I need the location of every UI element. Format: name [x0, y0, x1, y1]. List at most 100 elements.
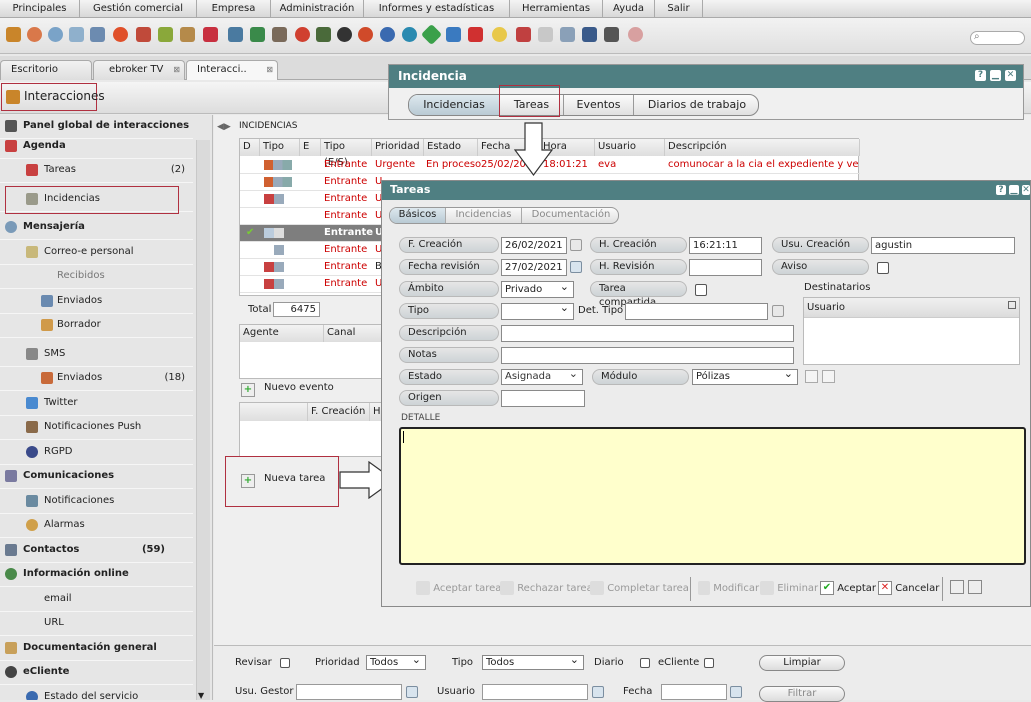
column-menu-icon[interactable] [1008, 301, 1016, 309]
toolbar-icon-8[interactable] [158, 27, 173, 42]
prioridad-select[interactable]: Todos [366, 653, 426, 670]
column-header[interactable]: D [240, 139, 260, 156]
f-creacion-field[interactable]: 26/02/2021 [501, 237, 567, 254]
tab-diarios[interactable]: Diarios de trabajo [634, 95, 758, 115]
aceptar-button[interactable]: ✔ Aceptar [820, 581, 876, 596]
toolbar-icon-26[interactable] [560, 27, 575, 42]
menu-administracion[interactable]: Administración [271, 0, 364, 18]
sidebar-item-informacion-online[interactable]: Información online [0, 563, 193, 587]
calendar-icon[interactable] [570, 239, 582, 251]
sidebar-scrollbar[interactable] [196, 140, 210, 700]
add-evento-icon[interactable]: + [241, 383, 255, 397]
aviso-checkbox[interactable] [877, 262, 889, 274]
sidebar-item-ecliente[interactable]: eCliente [0, 661, 193, 685]
tab-incidencias[interactable]: Incidencias [446, 208, 522, 223]
tab-basicos[interactable]: Básicos [390, 208, 446, 223]
limpiar-button[interactable]: Limpiar [759, 655, 845, 671]
sidebar-item-sms[interactable]: SMS [0, 343, 193, 367]
column-header[interactable]: F. Creación [308, 403, 370, 421]
toolbar-icon-11[interactable] [228, 27, 243, 42]
sidebar-item-agenda[interactable]: Agenda [0, 135, 193, 159]
aceptar-tarea-button[interactable]: Aceptar tarea [416, 581, 501, 596]
collapse-icon[interactable]: ◀▶ [217, 122, 231, 132]
modulo-select[interactable]: Pólizas [692, 367, 798, 385]
column-header[interactable]: Tipo [260, 139, 300, 156]
column-header[interactable] [240, 403, 308, 421]
nueva-tarea-button[interactable]: Nueva tarea [264, 473, 325, 484]
usu-creacion-field[interactable]: agustin [871, 237, 1015, 254]
toolbar-icon-14[interactable] [295, 27, 310, 42]
det-tipo-field[interactable] [625, 303, 768, 320]
sidebar-item-correo[interactable]: Correo-e personal [0, 241, 193, 265]
tab-interacciones[interactable]: Interacci.. ⊠ [186, 60, 278, 80]
column-header[interactable]: Agente [240, 325, 324, 342]
origen-field[interactable] [501, 390, 585, 407]
menu-empresa[interactable]: Empresa [197, 0, 271, 18]
document-icon[interactable] [805, 370, 818, 383]
toolbar-icon-22[interactable] [468, 27, 483, 42]
sidebar-item-alarmas[interactable]: Alarmas [0, 514, 193, 538]
toolbar-icon-13[interactable] [272, 27, 287, 42]
tab-escritorio[interactable]: Escritorio [0, 60, 92, 80]
completar-tarea-button[interactable]: Completar tarea [590, 581, 689, 596]
lookup-icon[interactable] [406, 686, 418, 698]
toolbar-icon-18[interactable] [380, 27, 395, 42]
column-header[interactable]: Usuario [804, 298, 1019, 318]
nuevo-evento-button[interactable]: Nuevo evento [264, 382, 334, 393]
toolbar-icon-23[interactable] [492, 27, 507, 42]
sidebar-item-notificaciones[interactable]: Notificaciones [0, 490, 193, 514]
scroll-down-icon[interactable]: ▼ [198, 691, 204, 700]
add-tarea-icon[interactable]: + [241, 474, 255, 488]
sidebar-item-estado-servicio[interactable]: Estado del servicio [0, 686, 193, 700]
minimize-icon[interactable]: ▁ [990, 70, 1001, 81]
column-header[interactable]: Usuario [595, 139, 665, 156]
tab-ebroker-tv[interactable]: ebroker TV ⊠ [93, 60, 185, 80]
sidebar-item-tareas[interactable]: Tareas (2) [0, 159, 193, 183]
search-input[interactable]: ⌕ [970, 31, 1025, 45]
toolbar-icon-15[interactable] [316, 27, 331, 42]
close-icon[interactable]: ✕ [1022, 185, 1030, 195]
menu-salir[interactable]: Salir [655, 0, 703, 18]
h-revision-field[interactable] [689, 259, 762, 276]
toolbar-icon-21[interactable] [446, 27, 461, 42]
destinatarios-list[interactable]: Usuario [803, 297, 1020, 365]
toolbar-icon-25[interactable] [538, 27, 553, 42]
toolbar-icon-12[interactable] [250, 27, 265, 42]
toolbar-icon-5[interactable] [90, 27, 105, 42]
detalle-textarea[interactable] [399, 427, 1026, 565]
fecha-revision-field[interactable]: 27/02/2021 [501, 259, 567, 276]
tab-documentacion[interactable]: Documentación [522, 208, 618, 223]
sidebar-item-enviados-sms[interactable]: Enviados (18) [0, 367, 193, 391]
user-icon[interactable] [968, 580, 982, 594]
toolbar-icon-17[interactable] [358, 27, 373, 42]
sidebar-item-mensajeria[interactable]: Mensajería [0, 216, 193, 240]
ambito-select[interactable]: Privado [501, 279, 574, 298]
print-icon[interactable] [950, 580, 964, 594]
menu-gestion-comercial[interactable]: Gestión comercial [80, 0, 197, 18]
close-tab-icon[interactable]: ⊠ [173, 61, 180, 79]
tab-incidencias[interactable]: Incidencias [409, 95, 500, 115]
h-creacion-field[interactable]: 16:21:11 [689, 237, 762, 254]
sidebar-item-twitter[interactable]: Twitter [0, 392, 193, 416]
usu-gestor-input[interactable] [296, 684, 402, 700]
modificar-button[interactable]: Modificar [698, 581, 759, 596]
menu-informes[interactable]: Informes y estadísticas [364, 0, 510, 18]
lookup-icon[interactable] [772, 305, 784, 317]
toolbar-icon-28[interactable] [604, 27, 619, 42]
sidebar-item-rgpd[interactable]: RGPD [0, 441, 193, 465]
toolbar-icon-20[interactable] [420, 23, 443, 46]
close-icon[interactable]: ✕ [1005, 70, 1016, 81]
ecliente-checkbox[interactable] [704, 658, 714, 668]
toolbar-icon-9[interactable] [180, 27, 195, 42]
tipo-select[interactable] [501, 301, 574, 320]
toolbar-icon-10[interactable] [203, 27, 218, 42]
toolbar-icon-3[interactable] [48, 27, 63, 42]
cancelar-button[interactable]: ✕ Cancelar [878, 581, 939, 596]
toolbar-icon-2[interactable] [27, 27, 42, 42]
descripcion-field[interactable] [501, 325, 794, 342]
lookup-icon[interactable] [592, 686, 604, 698]
sidebar-item-push[interactable]: Notificaciones Push [0, 416, 193, 440]
rechazar-tarea-button[interactable]: Rechazar tarea [500, 581, 593, 596]
toolbar-icon-1[interactable] [6, 27, 21, 42]
close-tab-icon[interactable]: ⊠ [266, 61, 273, 79]
